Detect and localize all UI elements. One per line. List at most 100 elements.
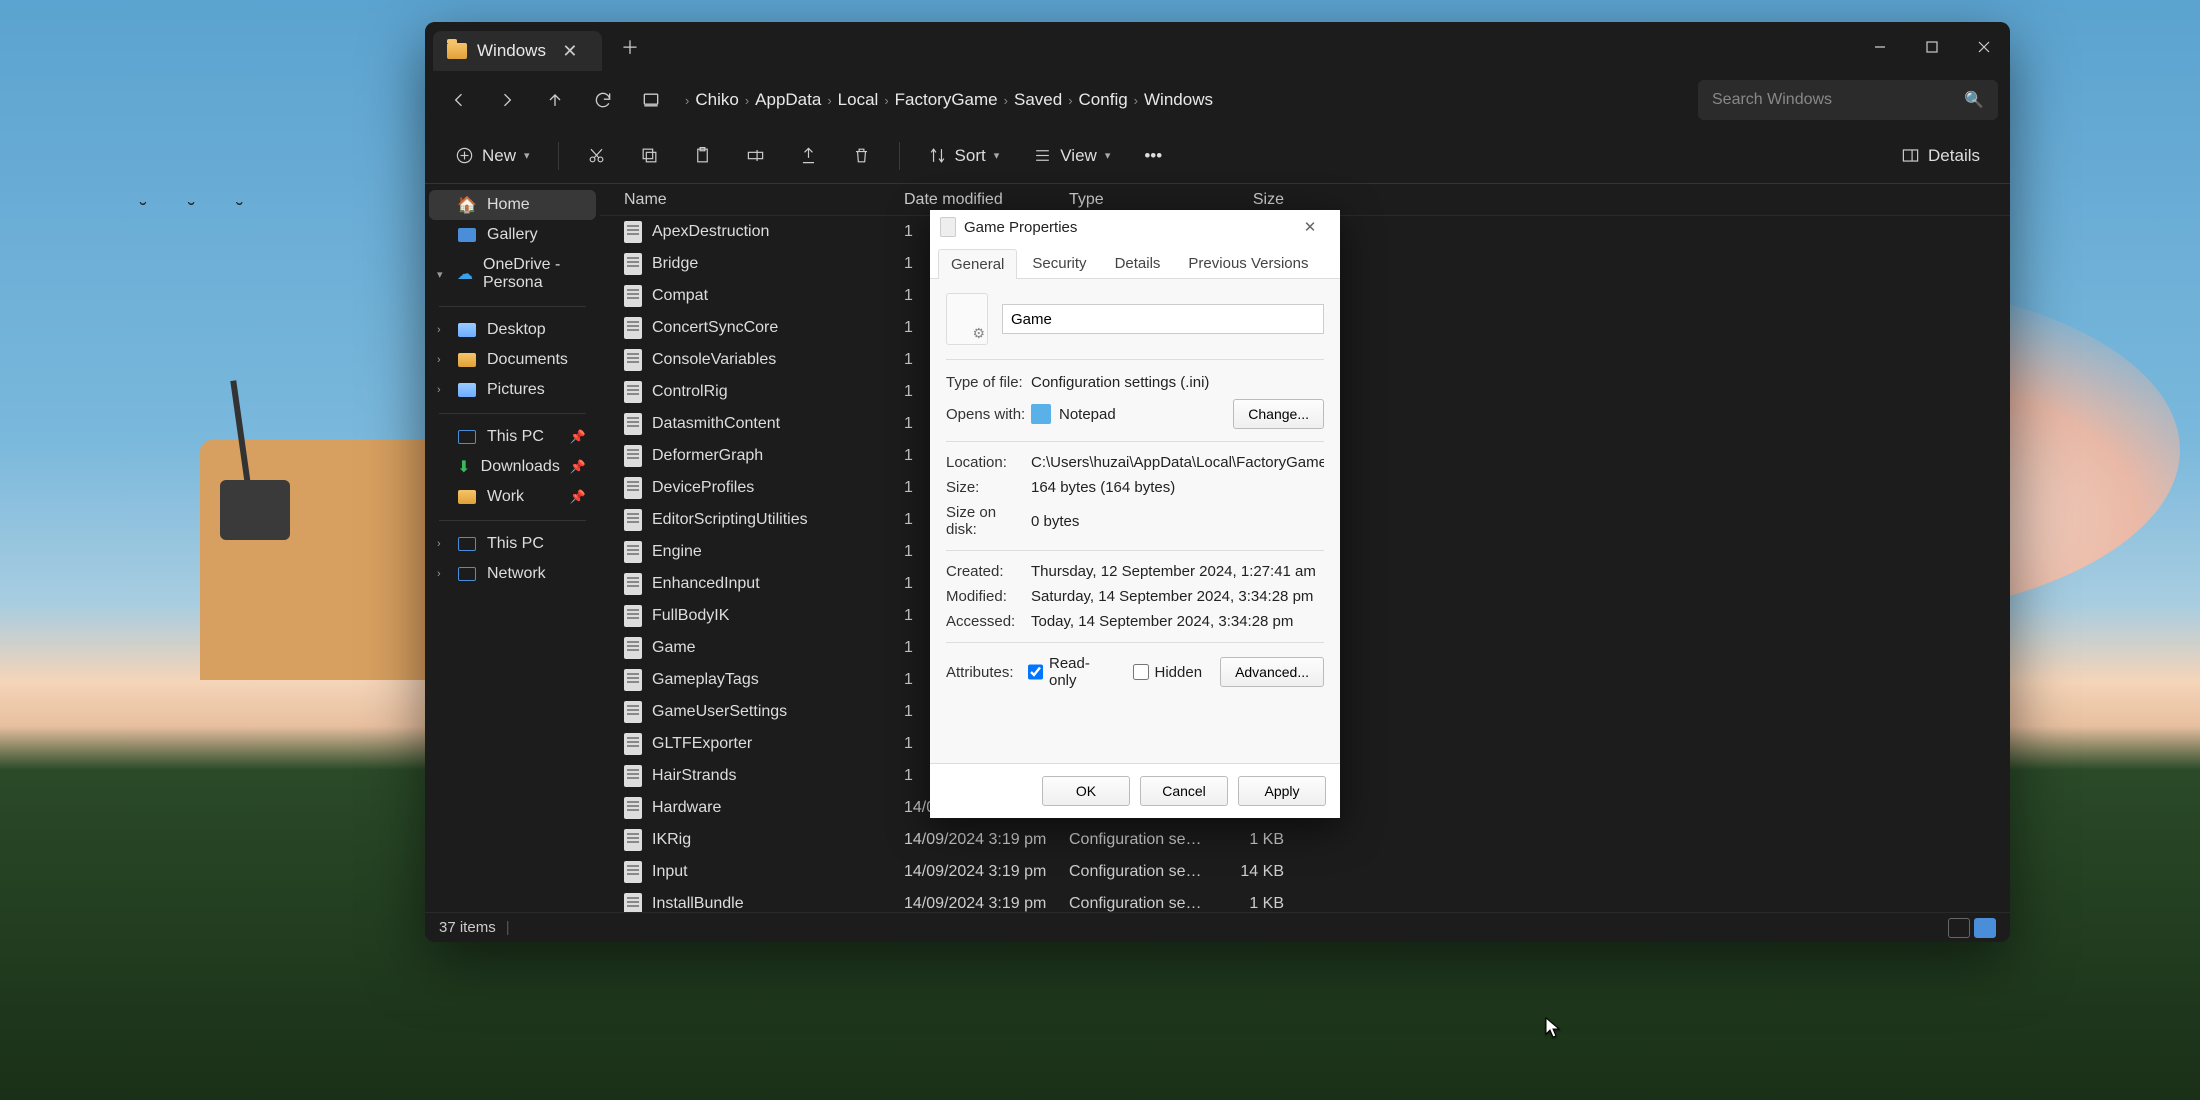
- opens-with-app: Notepad: [1059, 406, 1116, 423]
- new-button[interactable]: New▾: [443, 136, 542, 176]
- tab-details[interactable]: Details: [1102, 248, 1174, 278]
- back-button[interactable]: [437, 79, 481, 121]
- file-icon: [624, 317, 642, 339]
- table-row[interactable]: InstallBundle14/09/2024 3:19 pmConfigura…: [600, 888, 2010, 912]
- file-icon: [624, 221, 642, 243]
- dialog-titlebar[interactable]: Game Properties ✕: [930, 210, 1340, 244]
- file-icon: [624, 349, 642, 371]
- pin-icon: 📌: [570, 489, 586, 505]
- view-button[interactable]: View▾: [1021, 136, 1122, 176]
- file-icon: [624, 829, 642, 851]
- close-icon[interactable]: ✕: [1290, 213, 1330, 241]
- file-icon: [624, 253, 642, 275]
- sidebar-item-pictures[interactable]: ›Pictures: [429, 375, 596, 405]
- more-button[interactable]: •••: [1132, 136, 1174, 176]
- search-placeholder: Search Windows: [1712, 91, 1832, 109]
- close-window-button[interactable]: [1958, 26, 2010, 68]
- view-list-icon[interactable]: [1948, 918, 1970, 938]
- file-icon: [624, 445, 642, 467]
- minimize-button[interactable]: [1854, 26, 1906, 68]
- file-icon: [624, 893, 642, 912]
- search-input[interactable]: Search Windows 🔍: [1698, 80, 1998, 120]
- dialog-title: Game Properties: [964, 219, 1077, 236]
- cancel-button[interactable]: Cancel: [1140, 776, 1228, 806]
- file-icon: [624, 413, 642, 435]
- sidebar-item-desktop[interactable]: ›Desktop: [429, 315, 596, 345]
- item-count: 37 items: [439, 919, 496, 936]
- dialog-tabs: General Security Details Previous Versio…: [930, 244, 1340, 279]
- sidebar-item-this-pc[interactable]: ›This PC: [429, 529, 596, 559]
- pin-icon: 📌: [570, 459, 586, 475]
- table-row[interactable]: Input14/09/2024 3:19 pmConfiguration set…: [600, 856, 2010, 888]
- refresh-button[interactable]: [581, 79, 625, 121]
- search-icon: 🔍: [1964, 90, 1984, 110]
- toolbar: New▾ Sort▾ View▾ ••• Details: [425, 128, 2010, 184]
- new-tab-button[interactable]: ＋: [616, 33, 644, 61]
- file-icon: [624, 541, 642, 563]
- sidebar: 🏠Home Gallery ▾☁OneDrive - Persona ›Desk…: [425, 184, 600, 912]
- share-button[interactable]: [787, 136, 830, 176]
- properties-dialog: Game Properties ✕ General Security Detai…: [930, 210, 1340, 818]
- table-row[interactable]: IKRig14/09/2024 3:19 pmConfiguration set…: [600, 824, 2010, 856]
- file-icon: [624, 605, 642, 627]
- up-button[interactable]: [533, 79, 577, 121]
- view-details-icon[interactable]: [1974, 918, 1996, 938]
- sidebar-quick-work[interactable]: Work📌: [429, 482, 596, 512]
- sidebar-item-home[interactable]: 🏠Home: [429, 190, 596, 220]
- file-icon: [624, 477, 642, 499]
- advanced-button[interactable]: Advanced...: [1220, 657, 1324, 687]
- file-icon: [624, 765, 642, 787]
- file-type-icon: [946, 293, 988, 345]
- sidebar-item-network[interactable]: ›Network: [429, 559, 596, 589]
- sidebar-quick-this-pc[interactable]: This PC📌: [429, 422, 596, 452]
- titlebar: Windows ✕ ＋: [425, 22, 2010, 72]
- copy-button[interactable]: [628, 136, 671, 176]
- change-button[interactable]: Change...: [1233, 399, 1324, 429]
- apply-button[interactable]: Apply: [1238, 776, 1326, 806]
- rename-button[interactable]: [734, 136, 777, 176]
- file-icon: [624, 509, 642, 531]
- delete-button[interactable]: [840, 136, 883, 176]
- hidden-checkbox[interactable]: Hidden: [1133, 664, 1203, 681]
- address-root-icon[interactable]: [629, 79, 673, 121]
- navbar: ›Chiko ›AppData ›Local ›FactoryGame ›Sav…: [425, 72, 2010, 128]
- breadcrumb[interactable]: ›Chiko ›AppData ›Local ›FactoryGame ›Sav…: [685, 90, 1694, 110]
- sort-button[interactable]: Sort▾: [916, 136, 1012, 176]
- close-tab-icon[interactable]: ✕: [556, 37, 584, 65]
- folder-icon: [447, 43, 467, 59]
- tab-title: Windows: [477, 41, 546, 61]
- file-icon: [624, 381, 642, 403]
- paste-button[interactable]: [681, 136, 724, 176]
- tab-security[interactable]: Security: [1019, 248, 1099, 278]
- cut-button[interactable]: [575, 136, 618, 176]
- type-of-file: Configuration settings (.ini): [1031, 374, 1324, 391]
- size-on-disk-value: 0 bytes: [1031, 513, 1324, 530]
- readonly-checkbox[interactable]: Read-only: [1028, 655, 1115, 689]
- sidebar-item-onedrive[interactable]: ▾☁OneDrive - Persona: [429, 250, 596, 298]
- size-value: 164 bytes (164 bytes): [1031, 479, 1324, 496]
- details-pane-button[interactable]: Details: [1889, 136, 1992, 176]
- file-icon: [624, 733, 642, 755]
- file-icon: [624, 669, 642, 691]
- location-value: C:\Users\huzai\AppData\Local\FactoryGame…: [1031, 454, 1324, 471]
- notepad-icon: [1031, 404, 1051, 424]
- file-icon: [624, 797, 642, 819]
- forward-button[interactable]: [485, 79, 529, 121]
- file-icon: [624, 701, 642, 723]
- sidebar-item-gallery[interactable]: Gallery: [429, 220, 596, 250]
- modified-value: Saturday, 14 September 2024, 3:34:28 pm: [1031, 588, 1324, 605]
- tab-windows[interactable]: Windows ✕: [433, 31, 602, 71]
- maximize-button[interactable]: [1906, 26, 1958, 68]
- filename-input[interactable]: [1002, 304, 1324, 334]
- sidebar-item-documents[interactable]: ›Documents: [429, 345, 596, 375]
- sidebar-quick-downloads[interactable]: ⬇Downloads📌: [429, 452, 596, 482]
- file-icon: [624, 861, 642, 883]
- file-icon: [940, 217, 956, 237]
- file-icon: [624, 637, 642, 659]
- tab-general[interactable]: General: [938, 249, 1017, 279]
- pin-icon: 📌: [570, 429, 586, 445]
- ok-button[interactable]: OK: [1042, 776, 1130, 806]
- created-value: Thursday, 12 September 2024, 1:27:41 am: [1031, 563, 1324, 580]
- file-icon: [624, 573, 642, 595]
- tab-previous-versions[interactable]: Previous Versions: [1175, 248, 1321, 278]
